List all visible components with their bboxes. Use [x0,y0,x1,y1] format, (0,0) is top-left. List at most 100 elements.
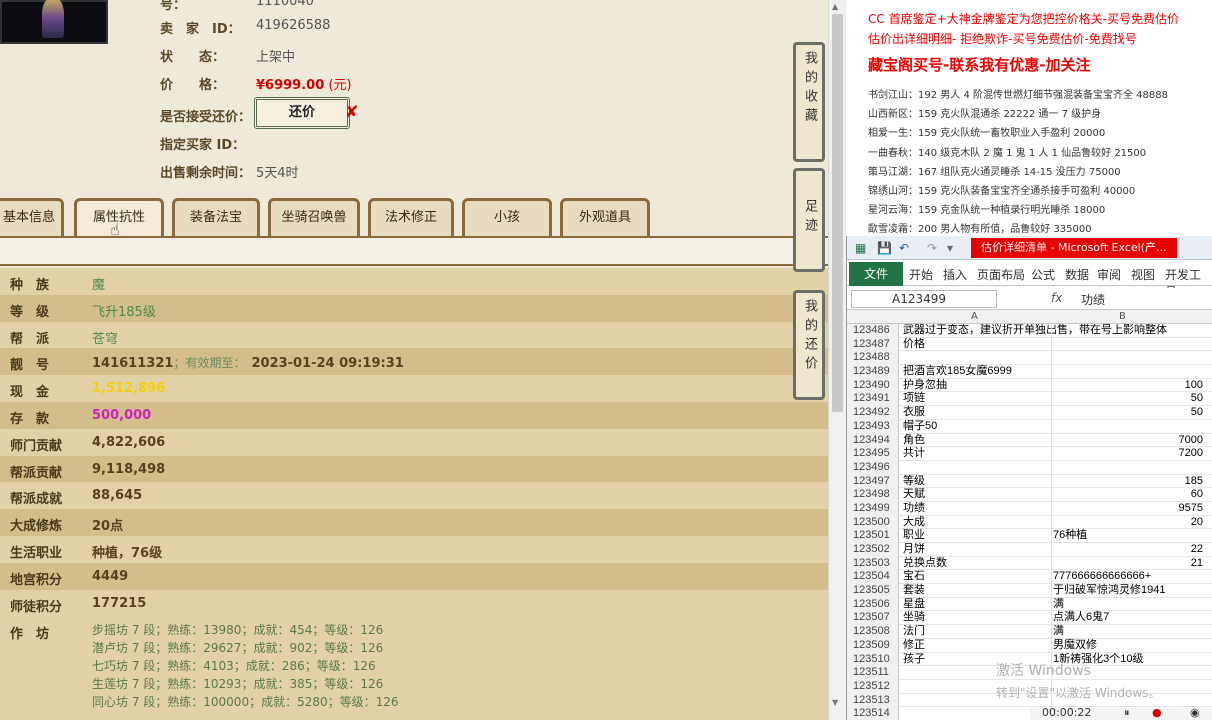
row-number[interactable]: 123508 [847,625,899,639]
customize-toolbar-icon[interactable]: ▾ [947,241,953,255]
ribbon-tab[interactable]: 数据 [1065,266,1089,283]
cell-a[interactable]: 星盘 [903,598,1051,612]
row-number[interactable]: 123505 [847,584,899,598]
cell-a[interactable]: 法门 [903,625,1051,639]
row-number[interactable]: 123490 [847,378,899,393]
footprint-button[interactable]: 足迹 [793,168,825,272]
cell-a[interactable]: 价格 [903,338,1051,352]
cell-b[interactable]: 满 [1053,598,1203,612]
cell-b[interactable]: 22 [1053,543,1203,557]
cell-a[interactable]: 大成 [903,516,1051,530]
cell-a[interactable]: 把酒言欢185女魔6999 [903,365,1051,379]
cell-b[interactable]: 60 [1053,488,1203,502]
tab-children[interactable]: 小孩 [462,198,552,236]
save-icon[interactable]: 💾 [877,241,892,255]
cell-a[interactable]: 护身忽抽 [903,379,1051,393]
cell-a[interactable]: 等级 [903,475,1051,489]
row-number[interactable]: 123513 [847,693,899,708]
cell-a[interactable]: 天赋 [903,488,1051,502]
counter-offer-button[interactable]: 还价 [254,97,350,129]
row-number[interactable]: 123512 [847,679,899,694]
row-number[interactable]: 123514 [847,707,899,720]
cell-b[interactable]: 7200 [1053,447,1203,461]
row-number[interactable]: 123491 [847,392,899,407]
row-number[interactable]: 123503 [847,556,899,571]
cell-a[interactable]: 项链 [903,392,1051,406]
cell-a[interactable]: 武器过于变态，建议折开单独出售，带在号上影响整体 [903,324,1167,338]
my-favorites-button[interactable]: 我的收藏 [793,42,825,162]
cell-b[interactable]: 50 [1053,406,1203,420]
cell-a[interactable]: 衣服 [903,406,1051,420]
cell-a[interactable]: 角色 [903,434,1051,448]
row-number[interactable]: 123486 [847,324,899,338]
cell-a[interactable]: 共计 [903,447,1051,461]
cell-b[interactable]: 9575 [1053,502,1203,516]
scroll-thumb[interactable] [832,14,843,412]
cell-b[interactable]: 男魔双修 [1053,639,1203,653]
cell-a[interactable]: 兑换点数 [903,557,1051,571]
row-number[interactable]: 123501 [847,529,899,543]
camera-icon[interactable]: ◉ [1190,706,1200,719]
name-box[interactable]: A123499 [851,290,997,308]
row-number[interactable]: 123492 [847,406,899,420]
tab-basic-info[interactable]: 基本信息 [0,198,64,236]
tab-equipment[interactable]: 装备法宝 [172,198,260,236]
column-b-header[interactable]: B [1119,311,1126,322]
cell-b[interactable]: 50 [1053,392,1203,406]
cell-a[interactable]: 修正 [903,639,1051,653]
ribbon-tab[interactable]: 页面布局 [977,266,1025,283]
redo-icon[interactable]: ↷ [927,241,937,255]
cell-a[interactable]: 月饼 [903,543,1051,557]
row-number[interactable]: 123507 [847,611,899,626]
cell-a[interactable]: 功绩 [903,502,1051,516]
row-number[interactable]: 123494 [847,433,899,448]
row-number[interactable]: 123509 [847,638,899,653]
close-icon[interactable]: ✘ [345,102,358,121]
cell-a[interactable]: 宝石 [903,570,1051,584]
cell-b[interactable]: 20 [1053,516,1203,530]
formula-input[interactable]: 功绩 [1081,291,1105,308]
pause-icon[interactable]: ⏸ [1124,706,1130,720]
stop-icon[interactable]: ● [1152,706,1162,719]
page-scrollbar[interactable]: ▲ ▼ [828,0,846,720]
scroll-up-icon[interactable]: ▲ [832,2,838,11]
cell-a[interactable]: 职业 [903,529,1051,543]
cell-b[interactable]: 777666666666666+ [1053,570,1203,584]
fx-icon[interactable]: fx [1051,291,1062,305]
row-number[interactable]: 123489 [847,365,899,379]
file-tab[interactable]: 文件 [849,262,903,286]
ribbon-tab[interactable]: 审阅 [1097,266,1121,283]
row-number[interactable]: 123511 [847,666,899,680]
cell-a[interactable]: 帽子50 [903,420,1051,434]
cell-b[interactable]: 21 [1053,557,1203,571]
row-number[interactable]: 123510 [847,652,899,667]
my-counter-offers-button[interactable]: 我的还价 [793,290,825,400]
cell-b[interactable]: 点满人6鬼7 [1053,611,1203,625]
row-number[interactable]: 123487 [847,337,899,352]
cell-b[interactable]: 7000 [1053,434,1203,448]
row-number[interactable]: 123496 [847,460,899,475]
row-number[interactable]: 123502 [847,543,899,557]
ribbon-tab[interactable]: 插入 [943,266,967,283]
tab-appearance[interactable]: 外观道具 [560,198,650,236]
cell-b[interactable]: 于归破军惊鸿灵修1941 [1053,584,1203,598]
row-number[interactable]: 123488 [847,351,899,366]
ribbon-tab[interactable]: 视图 [1131,266,1155,283]
ribbon-tab[interactable]: 开始 [909,266,933,283]
row-number[interactable]: 123500 [847,515,899,530]
row-number[interactable]: 123497 [847,474,899,489]
scroll-down-icon[interactable]: ▼ [832,698,838,707]
cell-b[interactable]: 76种植 [1053,529,1203,543]
cell-b[interactable]: 满 [1053,625,1203,639]
tab-spell-correction[interactable]: 法术修正 [368,198,454,236]
row-number[interactable]: 123493 [847,419,899,434]
cell-b[interactable]: 185 [1053,475,1203,489]
undo-icon[interactable]: ↶ [899,241,909,255]
cell-a[interactable]: 套装 [903,584,1051,598]
column-a-header[interactable]: A [971,311,978,322]
tab-mounts-pets[interactable]: 坐骑召唤兽 [268,198,360,236]
row-number[interactable]: 123495 [847,447,899,461]
row-number[interactable]: 123499 [847,501,899,516]
row-number[interactable]: 123504 [847,570,899,585]
cell-a[interactable]: 坐骑 [903,611,1051,625]
